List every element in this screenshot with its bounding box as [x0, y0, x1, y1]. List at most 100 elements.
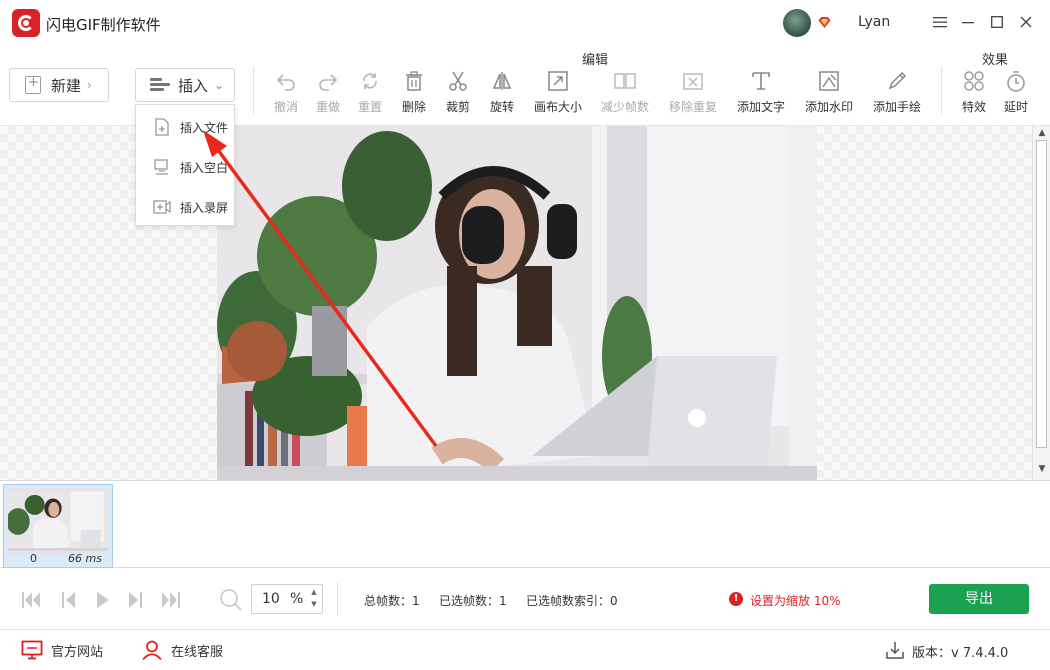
frame-thumbnail-image	[8, 488, 108, 554]
title-bar: 闪电GIF制作软件 Lyan	[0, 0, 1050, 46]
rotate-button[interactable]: 旋转	[474, 70, 530, 116]
previous-frame-icon[interactable]	[58, 589, 80, 611]
next-frame-icon[interactable]	[124, 589, 146, 611]
minimize-icon[interactable]	[958, 12, 978, 32]
insert-button-label: 插入	[178, 76, 209, 95]
reduce-frames-icon	[614, 73, 636, 89]
scroll-down-icon[interactable]: ▼	[1036, 464, 1048, 476]
undo-icon	[276, 74, 295, 91]
toolbar-divider	[253, 66, 254, 114]
playback-divider	[337, 582, 338, 616]
playback-bar: 10 % ▲ ▼ 总帧数：1 已选帧数：1 已选帧数索引：0 ! 设置为缩放 1…	[0, 568, 1050, 630]
rotate-label: 旋转	[489, 100, 514, 114]
version-info: 版本：v 7.4.4.0	[912, 642, 1008, 661]
frame-thumbnail[interactable]: 0 66 ms	[3, 484, 113, 568]
zoom-warning-text: 设置为缩放 10%	[750, 594, 841, 608]
new-button[interactable]: 新建 ›	[9, 68, 109, 102]
download-icon[interactable]	[886, 640, 904, 660]
zoom-decrease-icon[interactable]: ▼	[308, 600, 320, 608]
canvas-size-icon	[548, 71, 568, 91]
gif-frame-preview[interactable]	[217, 126, 817, 480]
reduce-frames-button[interactable]: 减少帧数	[597, 70, 653, 116]
zoom-input[interactable]: 10 % ▲ ▼	[251, 584, 323, 614]
insert-icon	[150, 78, 170, 92]
scroll-up-icon[interactable]: ▲	[1036, 128, 1048, 140]
insert-button[interactable]: 插入 ⌄	[135, 68, 235, 102]
remove-duplicate-button[interactable]: 移除重复	[665, 70, 721, 116]
official-website-link[interactable]: 官方网站	[21, 640, 103, 660]
insert-file-icon	[155, 118, 169, 136]
export-button[interactable]: 导出	[929, 584, 1029, 614]
online-support-label: 在线客服	[171, 644, 224, 660]
toolbar-divider	[941, 66, 942, 114]
version-value: v 7.4.4.0	[951, 646, 1009, 661]
hamburger-icon[interactable]	[930, 12, 950, 32]
official-website-label: 官方网站	[51, 644, 104, 660]
app-logo-icon	[12, 9, 40, 37]
insert-dropdown-menu: 插入文件 插入空白 插入录屏	[135, 104, 235, 226]
add-drawing-label: 添加手绘	[872, 100, 921, 114]
frames-strip[interactable]: 0 66 ms	[0, 480, 1050, 568]
add-text-button[interactable]: 添加文字	[733, 70, 789, 116]
canvas-size-button[interactable]: 画布大小	[530, 70, 586, 116]
total-frames-value: 1	[412, 594, 420, 608]
warning-icon: !	[729, 592, 743, 606]
app-title: 闪电GIF制作软件	[46, 16, 161, 34]
user-icon	[142, 640, 162, 660]
total-frames-stat: 总帧数：1	[364, 592, 420, 609]
total-frames-label: 总帧数：	[364, 594, 413, 608]
effects-group-label: 效果	[982, 53, 1009, 68]
scrollbar-thumb[interactable]	[1036, 140, 1047, 448]
avatar[interactable]	[783, 9, 811, 37]
insert-file-menu-item[interactable]: 插入文件	[136, 109, 236, 145]
edit-group-label: 编辑	[582, 53, 609, 68]
insert-recording-menu-item[interactable]: 插入录屏	[136, 189, 236, 225]
first-frame-icon[interactable]	[20, 589, 42, 611]
reset-icon	[363, 73, 377, 89]
vertical-scrollbar[interactable]: ▲ ▼	[1032, 126, 1050, 480]
zoom-icon[interactable]	[219, 588, 243, 612]
insert-file-label: 插入文件	[180, 120, 229, 135]
selected-frames-label: 已选帧数：	[439, 594, 500, 608]
delay-label: 延时	[1003, 100, 1028, 114]
chevron-down-icon: ⌄	[214, 78, 225, 92]
insert-recording-icon	[153, 200, 171, 214]
delay-button[interactable]: 延时	[988, 70, 1044, 116]
selected-index-stat: 已选帧数索引：0	[526, 592, 618, 609]
add-drawing-button[interactable]: 添加手绘	[869, 70, 925, 116]
frame-index: 0	[30, 552, 37, 565]
add-watermark-label: 添加水印	[804, 100, 853, 114]
redo-icon	[319, 74, 338, 91]
text-icon	[752, 72, 770, 90]
close-icon[interactable]	[1016, 12, 1036, 32]
monitor-icon	[21, 640, 43, 660]
online-support-link[interactable]: 在线客服	[141, 640, 223, 660]
play-icon[interactable]	[92, 589, 114, 611]
insert-blank-menu-item[interactable]: 插入空白	[136, 149, 236, 185]
remove-duplicate-icon	[683, 73, 703, 90]
selected-index-value: 0	[610, 594, 618, 608]
zoom-increase-icon[interactable]: ▲	[308, 588, 320, 596]
zoom-value: 10	[262, 591, 280, 607]
new-button-label: 新建	[51, 76, 82, 95]
timer-icon	[1007, 71, 1025, 92]
vip-diamond-icon[interactable]	[818, 16, 831, 29]
add-watermark-button[interactable]: 添加水印	[801, 70, 857, 116]
zoom-unit: %	[290, 591, 304, 607]
remove-duplicate-label: 移除重复	[668, 100, 717, 114]
footer: 官方网站 在线客服 版本：v 7.4.4.0	[0, 630, 1050, 670]
rotate-icon	[492, 72, 512, 90]
last-frame-icon[interactable]	[160, 589, 182, 611]
reduce-frames-label: 减少帧数	[600, 100, 649, 114]
maximize-icon[interactable]	[987, 12, 1007, 32]
insert-blank-label: 插入空白	[180, 160, 229, 175]
version-label: 版本：	[912, 646, 952, 661]
selected-frames-stat: 已选帧数：1	[439, 592, 507, 609]
chevron-right-icon: ›	[87, 78, 92, 92]
username[interactable]: Lyan	[858, 14, 890, 30]
scissors-icon	[449, 71, 467, 91]
insert-blank-icon	[154, 159, 168, 175]
insert-recording-label: 插入录屏	[180, 200, 229, 215]
new-file-icon	[25, 75, 41, 94]
watermark-icon	[819, 71, 839, 91]
